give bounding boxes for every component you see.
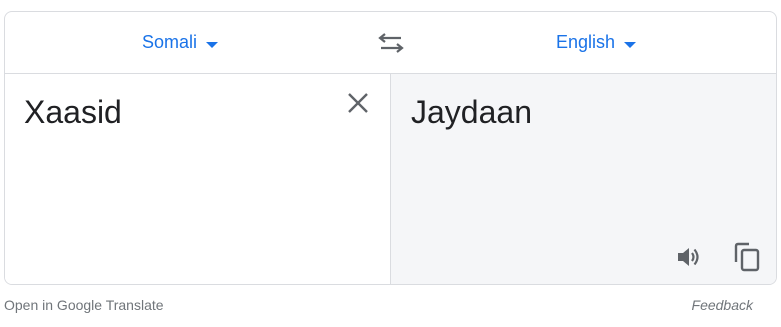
- language-bar: Somali English: [5, 12, 776, 74]
- target-language-label: English: [556, 32, 616, 52]
- listen-button[interactable]: [673, 241, 705, 273]
- copy-translation-button[interactable]: [731, 240, 763, 274]
- open-in-google-translate-link[interactable]: Open in Google Translate: [4, 297, 164, 313]
- source-language-button[interactable]: Somali: [142, 12, 219, 73]
- swap-languages-button[interactable]: [375, 27, 407, 59]
- close-icon: [348, 93, 368, 113]
- source-language-label: Somali: [142, 32, 198, 52]
- feedback-link[interactable]: Feedback: [692, 297, 753, 313]
- clear-source-button[interactable]: [347, 89, 369, 117]
- translate-card: Somali English Xaasid Jaydaan: [4, 11, 777, 285]
- translation-text: Jaydaan: [411, 94, 532, 130]
- caret-down-icon: [624, 41, 637, 48]
- copy-icon: [734, 242, 760, 272]
- speaker-icon: [678, 248, 699, 266]
- target-language-button[interactable]: English: [556, 12, 637, 73]
- swap-arrows-icon: [378, 33, 404, 53]
- source-text[interactable]: Xaasid: [24, 92, 122, 132]
- source-pane[interactable]: Xaasid: [5, 74, 391, 284]
- caret-down-icon: [206, 41, 219, 48]
- translation-pane: Jaydaan: [391, 74, 776, 284]
